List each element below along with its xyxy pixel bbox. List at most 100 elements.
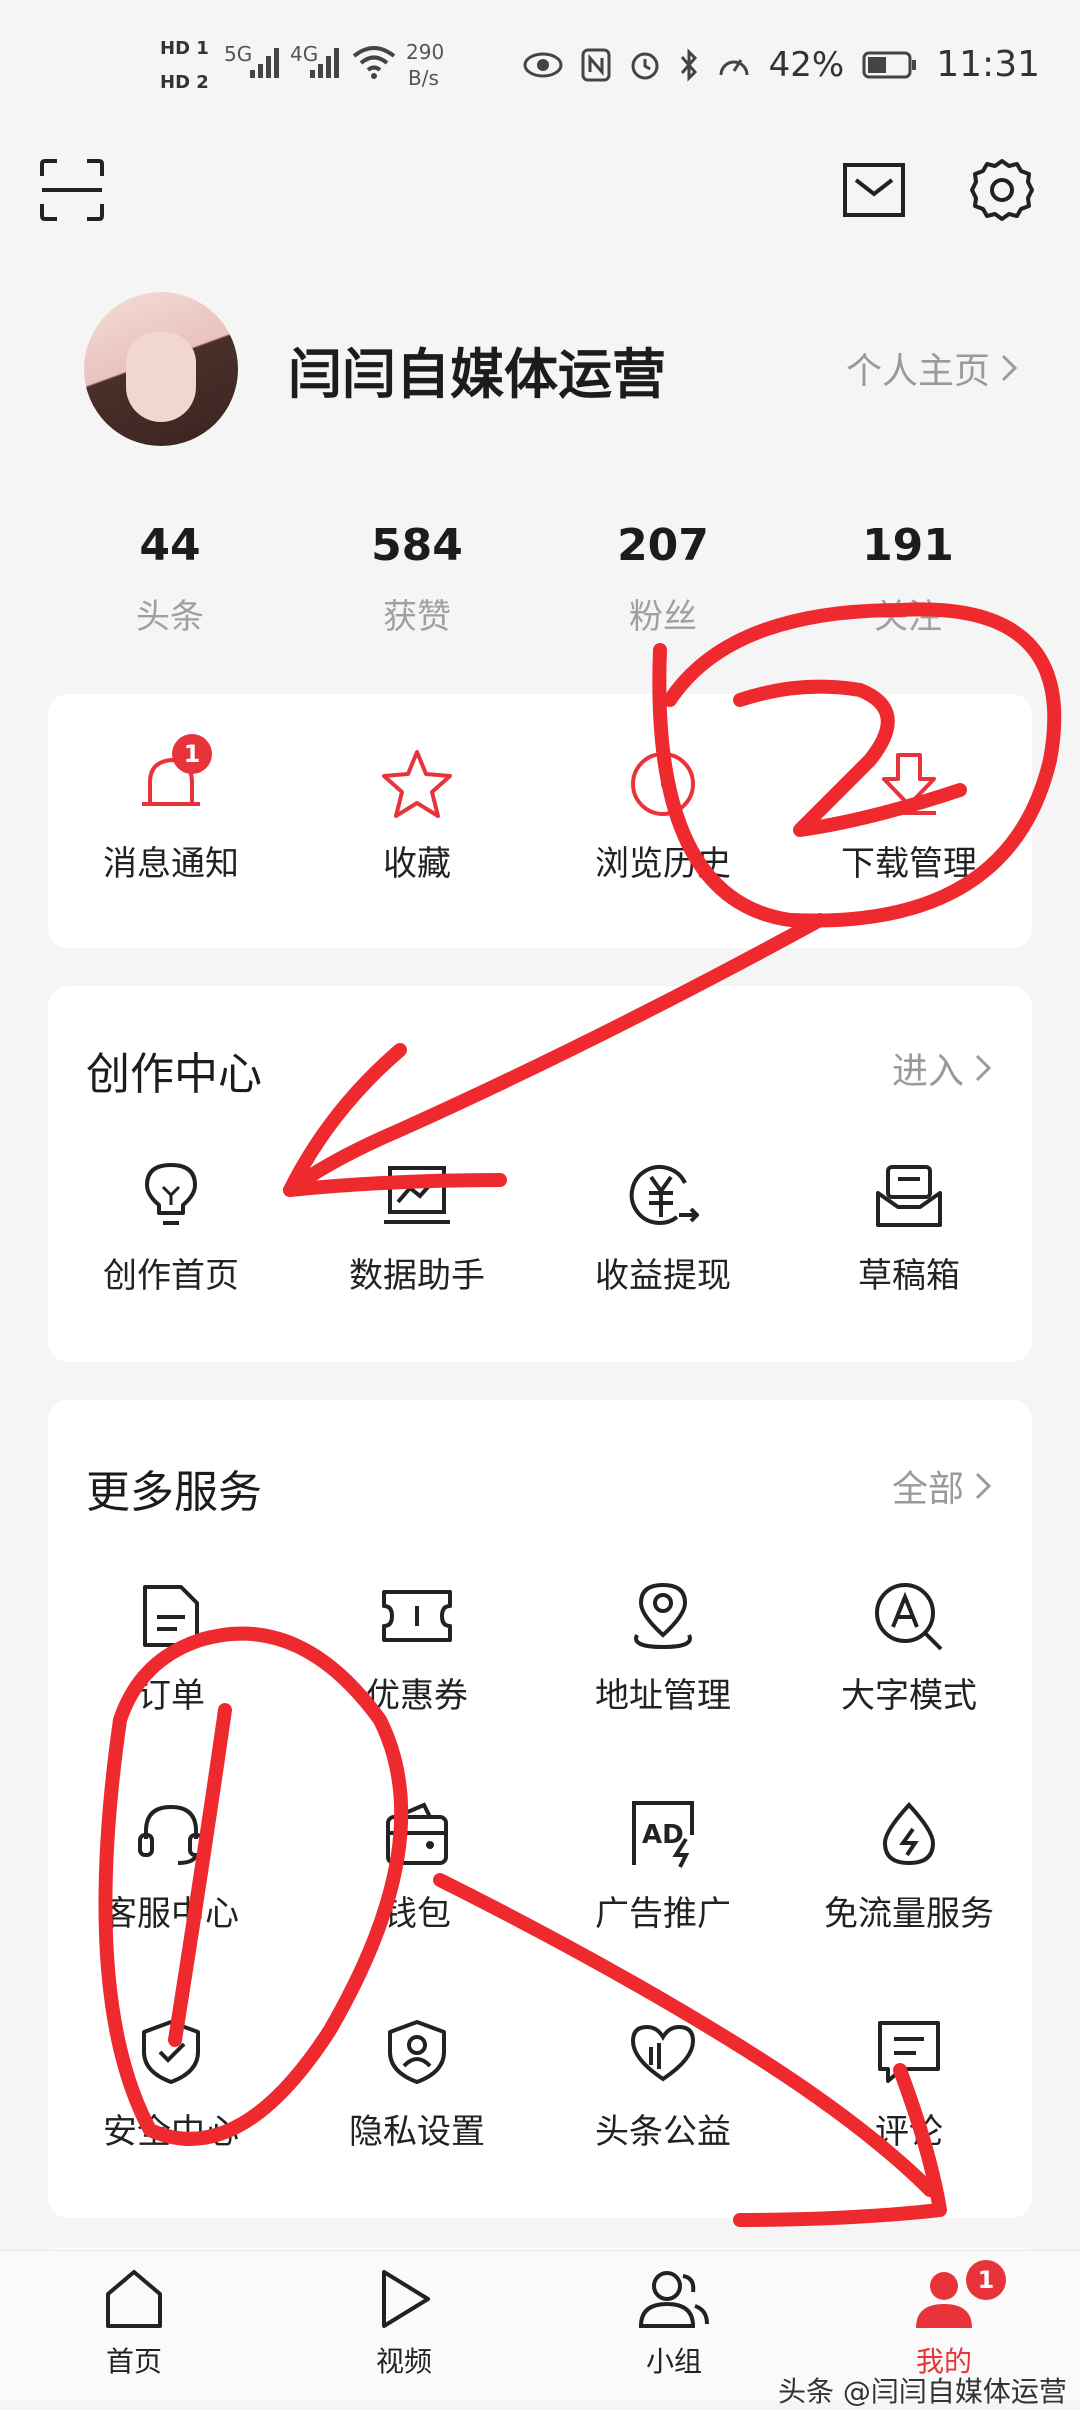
battery-percent: 42%	[768, 44, 845, 85]
home-icon	[106, 2270, 162, 2328]
service-wallet[interactable]: 钱包	[294, 1794, 540, 1935]
service-data-free[interactable]: 免流量服务	[786, 1794, 1032, 1935]
watermark: 头条 @闫闫自媒体运营	[778, 2375, 1067, 2408]
service-large-font[interactable]: 大字模式	[786, 1576, 1032, 1717]
quick-action-downloads[interactable]: 下载管理	[786, 744, 1032, 885]
service-label: 订单	[137, 1676, 205, 1716]
large-font-icon	[875, 1583, 943, 1651]
service-advertising[interactable]: AD 广告推广	[540, 1794, 786, 1935]
service-label: 安全中心	[103, 2112, 239, 2152]
nav-groups[interactable]: 小组	[574, 2268, 774, 2380]
data-free-icon	[882, 1802, 936, 1866]
service-label: 头条公益	[595, 2112, 731, 2152]
bluetooth-icon	[680, 47, 697, 82]
nfc-icon	[581, 48, 611, 81]
privacy-icon	[388, 2020, 446, 2084]
avatar[interactable]	[84, 292, 238, 446]
quick-actions-card: 消息通知 1 收藏 浏览历史 下载管理	[48, 694, 1032, 948]
nav-label: 小组	[645, 2345, 702, 2378]
nav-label: 视频	[375, 2345, 432, 2378]
network-5g-label: 5G	[224, 42, 253, 66]
headset-icon	[138, 1804, 204, 1865]
service-security[interactable]: 安全中心	[48, 2012, 294, 2153]
speedometer-icon	[719, 58, 749, 75]
nav-profile-badge: 1	[966, 2260, 1006, 2300]
stat-fans[interactable]: 207 粉丝	[563, 520, 763, 638]
messages-button[interactable]	[832, 150, 916, 230]
stat-articles[interactable]: 44 头条	[70, 520, 270, 638]
stat-following[interactable]: 191 关注	[808, 520, 1008, 638]
stat-value: 584	[371, 520, 463, 571]
nav-label: 首页	[105, 2345, 162, 2378]
wifi-icon	[352, 46, 396, 79]
service-label: 隐私设置	[349, 2112, 485, 2152]
alarm-icon	[631, 52, 659, 79]
service-address[interactable]: 地址管理	[540, 1576, 786, 1717]
creation-item-label: 创作首页	[103, 1256, 239, 1296]
eye-icon	[523, 52, 563, 77]
service-label: 钱包	[383, 1894, 451, 1934]
creation-center-title: 创作中心	[86, 1049, 262, 1100]
scan-icon	[40, 159, 104, 221]
creation-center-card: 创作中心 进入 创作首页 数据助手 收益提现 草稿箱	[48, 986, 1032, 1362]
creation-item-data[interactable]: 数据助手	[294, 1156, 540, 1297]
location-icon	[634, 1582, 692, 1650]
nav-home[interactable]: 首页	[34, 2268, 234, 2380]
ad-icon: AD	[632, 1801, 694, 1868]
comment-icon	[878, 2021, 940, 2083]
stat-label: 粉丝	[629, 597, 697, 637]
status-bar: HD 1 HD 2 5G 4G 290 B/s 42% 11:31	[0, 0, 1080, 130]
lightbulb-icon	[145, 1163, 197, 1225]
chevron-right-icon	[975, 1054, 992, 1082]
quick-action-favorites[interactable]: 收藏	[294, 744, 540, 885]
stat-value: 44	[139, 520, 201, 571]
service-customer-service[interactable]: 客服中心	[48, 1794, 294, 1935]
creation-item-drafts[interactable]: 草稿箱	[786, 1156, 1032, 1297]
stat-likes[interactable]: 584 获赞	[317, 520, 517, 638]
signal-icon	[250, 48, 279, 78]
download-icon	[882, 753, 936, 815]
quick-action-label: 消息通知	[103, 844, 239, 884]
more-services-card: 更多服务 全部 订单 优惠券 地址管理 大字模式 客服中心 钱包 AD 广告推广…	[48, 1400, 1032, 2218]
username[interactable]: 闫闫自媒体运营	[288, 330, 666, 409]
quick-action-label: 收藏	[383, 844, 451, 884]
creation-item-earnings[interactable]: 收益提现	[540, 1156, 786, 1297]
sim1-indicator: HD 1	[160, 38, 209, 59]
quick-action-history[interactable]: 浏览历史	[540, 744, 786, 885]
stat-label: 头条	[136, 597, 204, 637]
charity-icon	[630, 2024, 696, 2082]
service-charity[interactable]: 头条公益	[540, 2012, 786, 2153]
group-icon	[638, 2271, 709, 2328]
creation-item-label: 收益提现	[595, 1256, 731, 1296]
chevron-right-icon	[975, 1472, 992, 1500]
more-services-title: 更多服务	[86, 1467, 262, 1518]
quick-action-notifications[interactable]: 消息通知 1	[48, 734, 294, 885]
stat-value: 191	[862, 520, 954, 571]
gear-icon	[970, 159, 1034, 221]
net-speed-unit: B/s	[408, 66, 439, 90]
service-comment[interactable]: 评论	[786, 2012, 1032, 2153]
quick-action-label: 浏览历史	[595, 844, 731, 884]
creation-item-label: 数据助手	[349, 1256, 485, 1296]
nav-video[interactable]: 视频	[304, 2268, 504, 2380]
service-label: 优惠券	[366, 1676, 468, 1716]
mail-icon	[843, 163, 905, 217]
personal-homepage-link[interactable]: 个人主页	[846, 342, 1018, 394]
yen-icon	[629, 1165, 699, 1225]
creation-center-enter-link[interactable]: 进入	[892, 1042, 992, 1094]
service-label: 广告推广	[595, 1894, 731, 1934]
service-order[interactable]: 订单	[48, 1576, 294, 1717]
scan-button[interactable]	[32, 150, 112, 230]
all-link-label: 全部	[891, 1469, 964, 1510]
battery-icon	[862, 51, 917, 78]
more-services-all-link[interactable]: 全部	[892, 1460, 992, 1512]
service-coupon[interactable]: 优惠券	[294, 1576, 540, 1717]
drafts-icon	[876, 1165, 942, 1227]
nav-profile[interactable]: 我的 1	[844, 2260, 1044, 2380]
service-privacy[interactable]: 隐私设置	[294, 2012, 540, 2153]
chevron-right-icon	[1001, 354, 1018, 382]
service-label: 免流量服务	[824, 1894, 994, 1934]
status-right: 42% 11:31	[523, 44, 1040, 85]
settings-button[interactable]	[960, 148, 1044, 232]
creation-item-home[interactable]: 创作首页	[48, 1156, 294, 1297]
